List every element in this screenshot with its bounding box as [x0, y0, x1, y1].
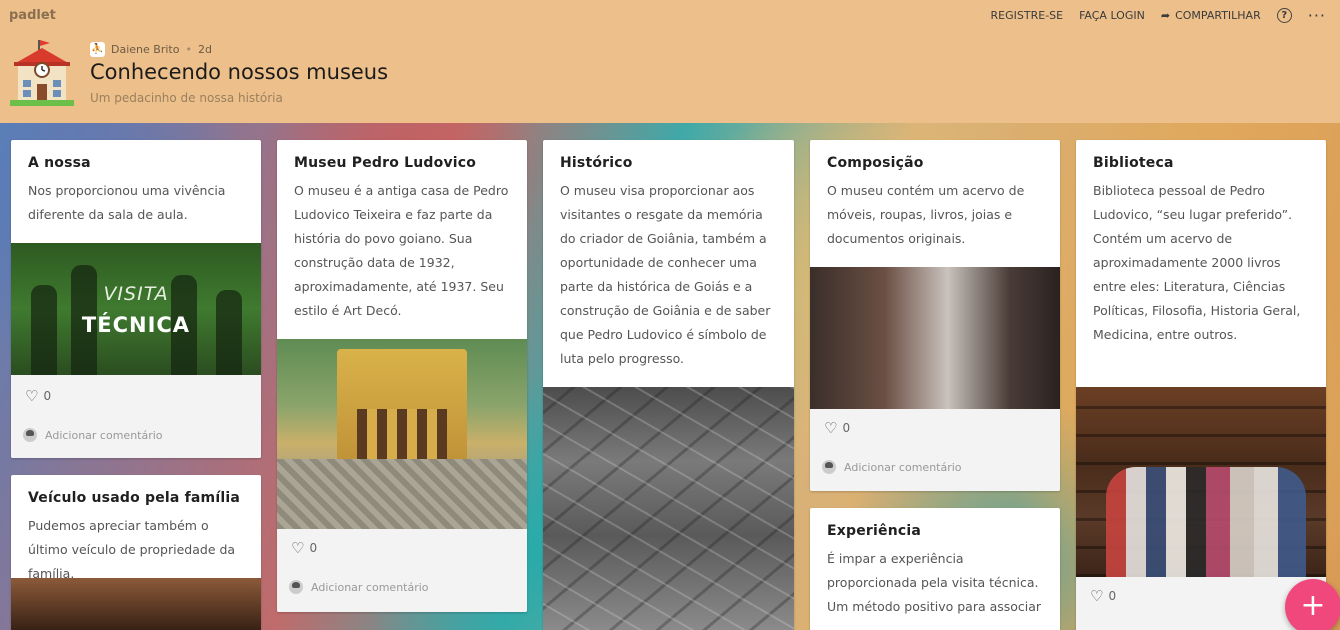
post-card[interactable]: Composição O museu contém um acervo de m… — [810, 140, 1060, 491]
padlet-logo[interactable]: padlet — [9, 8, 56, 23]
post-body: É impar a experiência proporcionada pela… — [827, 551, 1042, 614]
post-title: Veículo usado pela família — [28, 490, 240, 506]
post-body: Pudemos apreciar também o último veículo… — [28, 518, 236, 581]
heart-icon: ♡ — [291, 539, 305, 557]
like-button[interactable]: ♡ 0 — [824, 419, 850, 437]
help-icon[interactable]: ? — [1276, 8, 1292, 23]
post-card[interactable]: A nossa Nos proporcionou uma vivência di… — [11, 140, 261, 458]
post-title: Museu Pedro Ludovico — [294, 155, 477, 171]
post-image[interactable] — [543, 387, 794, 630]
commenter-avatar-icon — [822, 460, 836, 474]
add-comment[interactable]: Adicionar comentário — [289, 580, 429, 594]
add-comment[interactable]: Adicionar comentário — [822, 460, 962, 474]
like-button[interactable]: ♡ 0 — [25, 387, 51, 405]
post-card[interactable]: Histórico O museu visa proporcionar aos … — [543, 140, 794, 630]
add-comment-label: Adicionar comentário — [844, 460, 962, 474]
school-building-icon — [10, 40, 74, 106]
author-avatar: ⛹ — [90, 42, 105, 57]
heart-icon: ♡ — [1090, 587, 1104, 605]
post-image[interactable] — [11, 578, 261, 630]
like-button[interactable]: ♡ 0 — [1090, 587, 1116, 605]
like-count: 0 — [309, 541, 318, 555]
post-title: A nossa — [28, 155, 91, 171]
like-button[interactable]: ♡ 0 — [291, 539, 317, 557]
post-footer: ♡ 0 Adicionar comentário — [277, 529, 527, 612]
image-text-visita: VISITA — [103, 283, 169, 305]
post-body: O museu é a antiga casa de Pedro Ludovic… — [294, 183, 509, 318]
post-card[interactable]: Biblioteca Biblioteca pessoal de Pedro L… — [1076, 140, 1326, 630]
board-header: padlet REGISTRE-SE FAÇA LOGIN ➦ COMPARTI… — [0, 0, 1340, 123]
post-footer: ♡ 0 Adicionar comentário — [11, 375, 261, 458]
like-count: 0 — [1108, 589, 1117, 603]
top-navigation: REGISTRE-SE FAÇA LOGIN ➦ COMPARTILHAR ? … — [991, 7, 1326, 23]
heart-icon: ♡ — [824, 419, 838, 437]
commenter-avatar-icon — [289, 580, 303, 594]
post-title: Composição — [827, 155, 924, 171]
post-body: O museu contém um acervo de móveis, roup… — [827, 183, 1025, 246]
post-body: O museu visa proporcionar aos visitantes… — [560, 183, 771, 366]
post-image[interactable] — [277, 339, 527, 529]
post-time: 2d — [197, 43, 212, 56]
commenter-avatar-icon — [23, 428, 37, 442]
register-link[interactable]: REGISTRE-SE — [991, 9, 1064, 22]
author-name: Daiene Brito — [111, 43, 180, 56]
board-subtitle: Um pedacinho de nossa história — [90, 91, 283, 105]
post-title: Histórico — [560, 155, 633, 171]
add-comment[interactable]: Adicionar comentário — [23, 428, 163, 442]
post-card[interactable]: Veículo usado pela família Pudemos aprec… — [11, 475, 261, 630]
post-footer: ♡ 0 Adicionar comentário — [810, 409, 1060, 491]
post-image[interactable] — [1076, 387, 1326, 577]
heart-icon: ♡ — [25, 387, 39, 405]
image-text-tecnica: TÉCNICA — [81, 313, 191, 337]
share-label: COMPARTILHAR — [1175, 9, 1261, 22]
login-link[interactable]: FAÇA LOGIN — [1079, 9, 1145, 22]
post-image[interactable]: VISITA TÉCNICA — [11, 243, 261, 375]
separator-dot: • — [185, 43, 192, 56]
add-comment-label: Adicionar comentário — [45, 428, 163, 442]
post-card[interactable]: Museu Pedro Ludovico O museu é a antiga … — [277, 140, 527, 612]
like-count: 0 — [43, 389, 52, 403]
share-button[interactable]: ➦ COMPARTILHAR — [1161, 9, 1261, 22]
post-title: Experiência — [827, 523, 922, 539]
post-body: Biblioteca pessoal de Pedro Ludovico, “s… — [1093, 183, 1301, 342]
board-author: ⛹ Daiene Brito • 2d — [90, 42, 212, 57]
board-title: Conhecendo nossos museus — [90, 60, 389, 84]
add-post-button[interactable]: + — [1285, 579, 1340, 630]
more-options-icon[interactable]: ··· — [1308, 7, 1326, 23]
post-card[interactable]: Experiência É impar a experiência propor… — [810, 508, 1060, 630]
add-comment-label: Adicionar comentário — [311, 580, 429, 594]
post-body: Nos proporcionou uma vivência diferente … — [28, 183, 226, 222]
post-image[interactable] — [810, 267, 1060, 409]
like-count: 0 — [842, 421, 851, 435]
post-title: Biblioteca — [1093, 155, 1174, 171]
share-arrow-icon: ➦ — [1160, 9, 1171, 22]
